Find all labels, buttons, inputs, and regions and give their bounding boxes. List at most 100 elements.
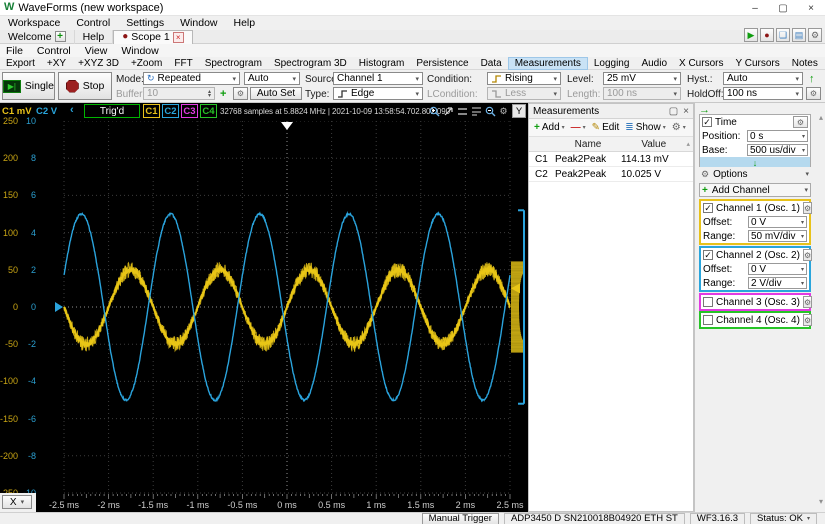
channel-2-checkbox[interactable]: ✓ xyxy=(703,250,713,260)
view-notes[interactable]: Notes xyxy=(786,57,824,70)
maximize-button[interactable]: ▢ xyxy=(769,0,797,16)
tab-help[interactable]: Help xyxy=(75,29,114,44)
base-select[interactable]: 500 us/div ▾ xyxy=(747,144,808,156)
close-panel-icon[interactable]: × xyxy=(683,106,689,117)
zoom-in-icon[interactable] xyxy=(428,105,441,118)
view-add-xy[interactable]: +XY xyxy=(41,57,72,70)
mode-select[interactable]: ↻ Repeated ▾ xyxy=(143,72,240,85)
single-button[interactable]: ▶| Single xyxy=(2,72,55,100)
waveform-plot[interactable] xyxy=(38,121,527,499)
show-measurement-button[interactable]: ≣ Show ▾ xyxy=(623,120,667,135)
view-spectrogram[interactable]: Spectrogram xyxy=(199,57,268,70)
view-persistence[interactable]: Persistence xyxy=(410,57,474,70)
manual-trigger-button[interactable]: Manual Trigger xyxy=(421,512,499,524)
minimize-button[interactable]: – xyxy=(741,0,769,16)
measurement-settings-button[interactable]: ⚙ ▾ xyxy=(670,120,688,135)
channel-1-range-select[interactable]: 50 mV/div ▾ xyxy=(748,230,807,242)
view-logging[interactable]: Logging xyxy=(588,57,636,70)
view-add-xyz3d[interactable]: +XYZ 3D xyxy=(72,57,125,70)
time-checkbox[interactable]: ✓ xyxy=(702,117,712,127)
channel-2-range-select[interactable]: 2 V/div ▾ xyxy=(748,277,807,289)
scope-menu-window[interactable]: Window xyxy=(121,45,158,57)
tab-scope-1[interactable]: ● Scope 1 × xyxy=(113,29,193,44)
stop-all-button[interactable]: ● xyxy=(760,28,774,42)
level-select[interactable]: 25 mV ▾ xyxy=(603,72,681,85)
view-spectrogram-3d[interactable]: Spectrogram 3D xyxy=(268,57,353,70)
menu-window[interactable]: Window xyxy=(180,17,217,29)
channel-2-offset-select[interactable]: 0 V ▾ xyxy=(748,263,807,275)
channel-badge-c2[interactable]: C2 xyxy=(162,104,179,118)
view-x-cursors[interactable]: X Cursors xyxy=(673,57,729,70)
run-all-button[interactable]: ▶ xyxy=(744,28,758,42)
condition-select[interactable]: Rising ▾ xyxy=(487,72,561,85)
buffer-stepper[interactable]: 10 ▴ ▾ xyxy=(143,87,215,100)
scope-menu-control[interactable]: Control xyxy=(37,45,71,57)
app-settings-button[interactable]: ⚙ xyxy=(808,28,822,42)
add-measurement-button[interactable]: + Add ▾ xyxy=(532,120,567,135)
stop-button[interactable]: Stop xyxy=(58,72,112,100)
view-fft[interactable]: FFT xyxy=(168,57,198,70)
source-select[interactable]: Channel 1 ▾ xyxy=(333,72,423,85)
view-measurements[interactable]: Measurements xyxy=(507,56,588,70)
channel-3-checkbox[interactable] xyxy=(703,297,713,307)
buffer-settings-button[interactable]: ⚙ xyxy=(233,87,248,100)
auto-set-button[interactable]: Auto Set xyxy=(250,87,302,100)
measurement-row[interactable]: C2 Peak2Peak 10.025 V xyxy=(529,167,693,182)
scroll-up-icon[interactable]: ▴ xyxy=(819,113,823,122)
channel-badge-c1[interactable]: C1 xyxy=(143,104,160,118)
measurement-row[interactable]: C1 Peak2Peak 114.13 mV xyxy=(529,152,693,167)
time-settings-button[interactable]: ⚙ xyxy=(793,116,808,128)
trigger-settings-button[interactable]: ⚙ xyxy=(806,87,821,100)
fit-height-icon[interactable] xyxy=(456,105,469,118)
history-back-icon[interactable]: ‹ xyxy=(70,104,74,116)
tab-close-icon[interactable]: × xyxy=(172,31,184,43)
scope-menu-view[interactable]: View xyxy=(85,45,108,57)
menu-control[interactable]: Control xyxy=(76,17,110,29)
pan-cursor-icon[interactable] xyxy=(442,105,455,118)
scroll-down-icon[interactable]: ▾ xyxy=(819,497,823,506)
channel-1-checkbox[interactable]: ✓ xyxy=(703,203,713,213)
add-instrument-icon[interactable]: + xyxy=(54,31,66,42)
add-channel-button[interactable]: + Add Channel ▾ xyxy=(699,183,811,197)
channel-badge-c4[interactable]: C4 xyxy=(200,104,217,118)
workspace-list-button[interactable]: ▤ xyxy=(792,28,806,42)
x-zoom-button[interactable]: X ▾ xyxy=(2,495,32,509)
arrow-up-icon[interactable]: ↑ xyxy=(809,73,815,85)
stepper-down-icon[interactable]: ▾ xyxy=(208,93,211,99)
channel-3-settings-button[interactable]: ⚙ xyxy=(802,296,813,308)
tab-welcome[interactable]: Welcome + xyxy=(0,29,75,44)
channel-2-settings-button[interactable]: ⚙ xyxy=(802,249,813,261)
float-panel-icon[interactable]: ▢ xyxy=(669,106,678,117)
menu-settings[interactable]: Settings xyxy=(126,17,164,29)
view-add-zoom[interactable]: +Zoom xyxy=(125,57,168,70)
menu-help[interactable]: Help xyxy=(234,17,256,29)
view-y-cursors[interactable]: Y Cursors xyxy=(729,57,785,70)
plot-settings-icon[interactable]: ⚙ xyxy=(497,105,510,118)
close-button[interactable]: × xyxy=(797,0,825,16)
add-buffer-icon[interactable]: + xyxy=(220,88,226,100)
view-audio[interactable]: Audio xyxy=(635,57,673,70)
workspace-stack-button[interactable]: ❑ xyxy=(776,28,790,42)
zoom-out-icon[interactable] xyxy=(484,105,497,118)
channel-4-settings-button[interactable]: ⚙ xyxy=(802,314,813,326)
view-histogram[interactable]: Histogram xyxy=(353,57,411,70)
hysteresis-select[interactable]: Auto ▾ xyxy=(723,72,803,85)
menu-workspace[interactable]: Workspace xyxy=(8,17,60,29)
channel-1-offset-select[interactable]: 0 V ▾ xyxy=(748,216,807,228)
y-zoom-button[interactable]: Y xyxy=(512,104,526,118)
edit-measurement-button[interactable]: ✎ Edit xyxy=(590,120,622,135)
remove-measurement-button[interactable]: — ▾ xyxy=(569,120,588,135)
view-export[interactable]: Export xyxy=(0,57,41,70)
holdoff-select[interactable]: 100 ns ▾ xyxy=(723,87,803,100)
trigger-mode-select[interactable]: Auto ▾ xyxy=(244,72,300,85)
scope-menu-file[interactable]: File xyxy=(6,45,23,57)
scroll-up-icon[interactable]: ▴ xyxy=(686,140,693,148)
device-info[interactable]: ADP3450 D SN210018B04920 ETH ST xyxy=(503,512,685,524)
position-select[interactable]: 0 s ▾ xyxy=(747,130,808,142)
status-indicator[interactable]: Status: OK ▾ xyxy=(750,512,817,524)
options-row[interactable]: ⚙ Options ▾ xyxy=(699,167,811,181)
channel-1-settings-button[interactable]: ⚙ xyxy=(802,202,813,214)
channel-badge-c3[interactable]: C3 xyxy=(181,104,198,118)
channel-4-checkbox[interactable] xyxy=(703,315,713,325)
fit-all-icon[interactable] xyxy=(470,105,483,118)
